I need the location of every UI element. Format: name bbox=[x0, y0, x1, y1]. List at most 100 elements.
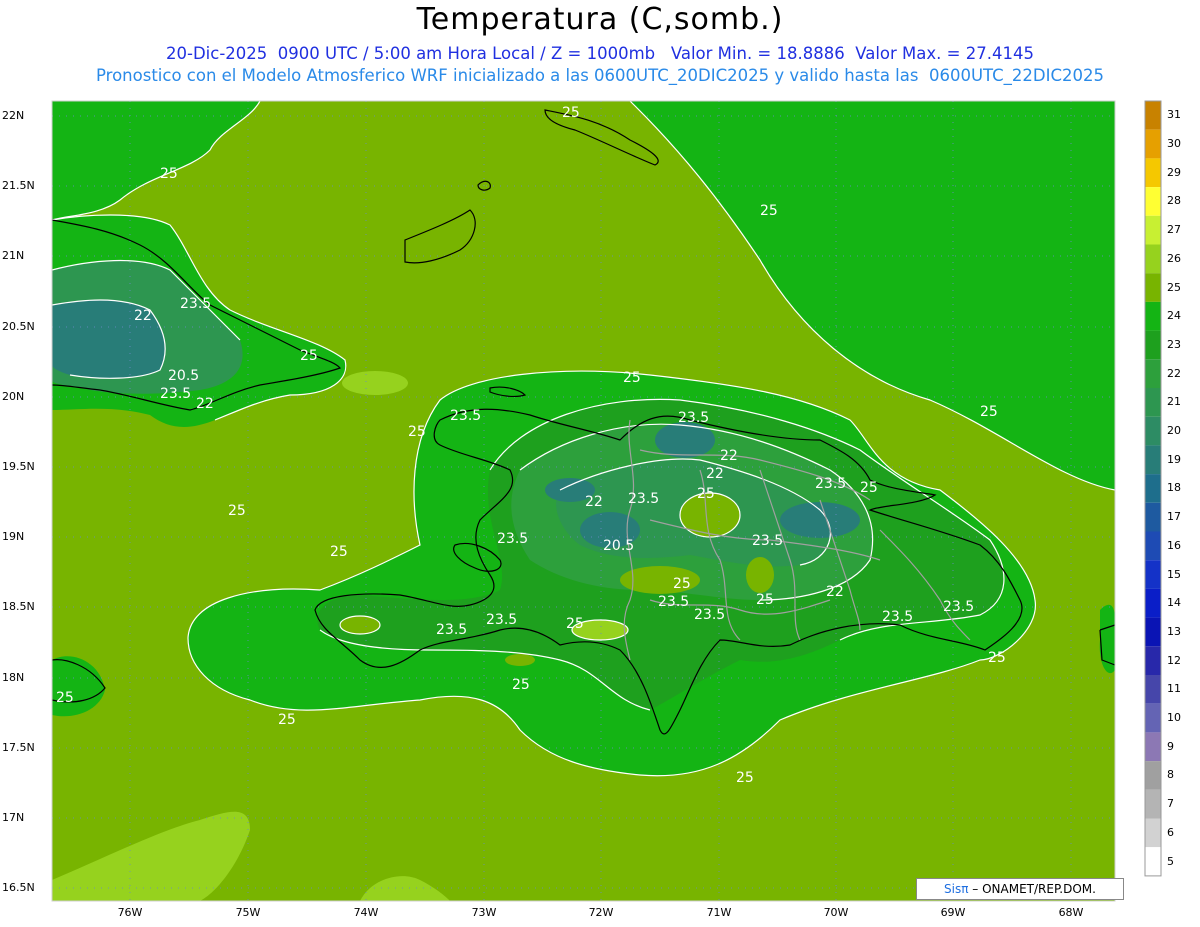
temp-warm-spot-7 bbox=[505, 654, 535, 666]
contour-label: 22 bbox=[706, 466, 724, 482]
temp-cold-spot-3 bbox=[780, 502, 860, 538]
lat-label: 20N bbox=[2, 390, 25, 403]
colorbar-swatch bbox=[1145, 560, 1161, 589]
contour-label: 25 bbox=[697, 486, 715, 502]
colorbar-swatch bbox=[1145, 388, 1161, 417]
contour-label: 25 bbox=[278, 712, 296, 728]
lon-label: 68W bbox=[1058, 906, 1084, 919]
colorbar-label: 26 bbox=[1167, 251, 1181, 265]
contour-label: 25 bbox=[980, 404, 998, 420]
contour-label: 22 bbox=[720, 448, 738, 464]
colorbar-swatch bbox=[1145, 301, 1161, 331]
contour-label: 25 bbox=[760, 203, 778, 219]
contour-label: 23.5 bbox=[180, 296, 211, 312]
lon-label: 76W bbox=[117, 906, 143, 919]
temp-warm-spot-5 bbox=[746, 557, 774, 593]
contour-label: 23.5 bbox=[694, 607, 725, 623]
credit-text: – ONAMET/REP.DOM. bbox=[968, 882, 1096, 896]
colorbar-label: 14 bbox=[1167, 596, 1181, 610]
colorbar-label: 19 bbox=[1167, 452, 1181, 466]
lat-label: 16.5N bbox=[2, 881, 35, 894]
contour-label: 25 bbox=[512, 677, 530, 693]
contour-label: 23.5 bbox=[628, 491, 659, 507]
temp-region-se bbox=[1099, 604, 1115, 674]
contour-label: 25 bbox=[860, 480, 878, 496]
colorbar-label: 24 bbox=[1167, 309, 1181, 323]
contour-label: 25 bbox=[988, 650, 1006, 666]
colorbar-swatch bbox=[1145, 330, 1161, 360]
colorbar-label: 28 bbox=[1167, 194, 1181, 208]
contour-label: 25 bbox=[736, 770, 754, 786]
lat-label: 17N bbox=[2, 811, 25, 824]
contour-label: 25 bbox=[562, 105, 580, 121]
colorbar-swatch bbox=[1145, 502, 1161, 532]
contour-label: 25 bbox=[566, 616, 584, 632]
colorbar-label: 21 bbox=[1167, 395, 1181, 409]
contour-label: 22 bbox=[196, 396, 214, 412]
contour-label: 23.5 bbox=[943, 599, 974, 615]
contour-label: 23.5 bbox=[486, 612, 517, 628]
contour-label: 22 bbox=[826, 584, 844, 600]
colorbar-swatch bbox=[1145, 588, 1161, 618]
lat-label: 22N bbox=[2, 109, 25, 122]
lat-label: 17.5N bbox=[2, 741, 35, 754]
lat-label: 20.5N bbox=[2, 320, 35, 333]
contour-label: 23.5 bbox=[678, 410, 709, 426]
colorbar-label: 6 bbox=[1167, 825, 1174, 839]
colorbar-label: 30 bbox=[1167, 137, 1181, 151]
colorbar-swatch bbox=[1145, 732, 1161, 762]
colorbar-label: 27 bbox=[1167, 223, 1181, 237]
temperature-map: 25 25 25 25 25 25 25 25 25 25 25 25 25 2… bbox=[51, 100, 1162, 902]
contour-label: 23.5 bbox=[815, 476, 846, 492]
contour-label: 23.5 bbox=[436, 622, 467, 638]
contour-label: 25 bbox=[160, 166, 178, 182]
contour-label: 23.5 bbox=[160, 386, 191, 402]
colorbar-swatch bbox=[1145, 129, 1161, 159]
colorbar-label: 17 bbox=[1167, 510, 1181, 524]
contour-label: 25 bbox=[300, 348, 318, 364]
contour-label: 23.5 bbox=[882, 609, 913, 625]
contour-label: 23.5 bbox=[752, 533, 783, 549]
contour-label: 25 bbox=[673, 576, 691, 592]
lat-label: 19.5N bbox=[2, 460, 35, 473]
lat-label: 19N bbox=[2, 530, 25, 543]
lat-label: 18N bbox=[2, 671, 25, 684]
temp-cold-spot-1 bbox=[655, 422, 715, 458]
colorbar-swatch bbox=[1145, 215, 1161, 245]
lon-label: 72W bbox=[588, 906, 614, 919]
lat-label: 21N bbox=[2, 249, 25, 262]
colorbar-label: 22 bbox=[1167, 366, 1181, 380]
contour-label: 22 bbox=[585, 494, 603, 510]
contour-label: 23.5 bbox=[658, 594, 689, 610]
colorbar-label: 16 bbox=[1167, 538, 1181, 552]
colorbar-swatch bbox=[1145, 359, 1161, 388]
contour-label: 25 bbox=[756, 592, 774, 608]
colorbar bbox=[1144, 100, 1162, 877]
colorbar-swatch bbox=[1145, 761, 1161, 790]
contour-label: 20.5 bbox=[168, 368, 199, 384]
colorbar-swatch bbox=[1145, 675, 1161, 704]
colorbar-label: 25 bbox=[1167, 280, 1181, 294]
colorbar-swatch bbox=[1145, 617, 1161, 647]
lon-label: 74W bbox=[353, 906, 379, 919]
contour-label: 25 bbox=[408, 424, 426, 440]
colorbar-swatch bbox=[1145, 531, 1161, 561]
colorbar-swatch bbox=[1145, 703, 1161, 733]
contour-label: 25 bbox=[228, 503, 246, 519]
colorbar-swatch bbox=[1145, 244, 1161, 274]
colorbar-label: 5 bbox=[1167, 854, 1174, 868]
colorbar-label: 31 bbox=[1167, 108, 1181, 122]
colorbar-swatch bbox=[1145, 445, 1161, 475]
lon-label: 69W bbox=[940, 906, 966, 919]
colorbar-label: 20 bbox=[1167, 424, 1181, 438]
colorbar-swatch bbox=[1145, 474, 1161, 503]
colorbar-label: 12 bbox=[1167, 653, 1181, 667]
colorbar-swatch bbox=[1145, 187, 1161, 216]
temp-warm-spot-6 bbox=[342, 371, 408, 395]
contour-label: 23.5 bbox=[450, 408, 481, 424]
colorbar-label: 29 bbox=[1167, 165, 1181, 179]
credit-box: Sisπ – ONAMET/REP.DOM. bbox=[916, 878, 1124, 900]
contour-label: 20.5 bbox=[603, 538, 634, 554]
contour-label: 23.5 bbox=[497, 531, 528, 547]
contour-label: 22 bbox=[134, 308, 152, 324]
